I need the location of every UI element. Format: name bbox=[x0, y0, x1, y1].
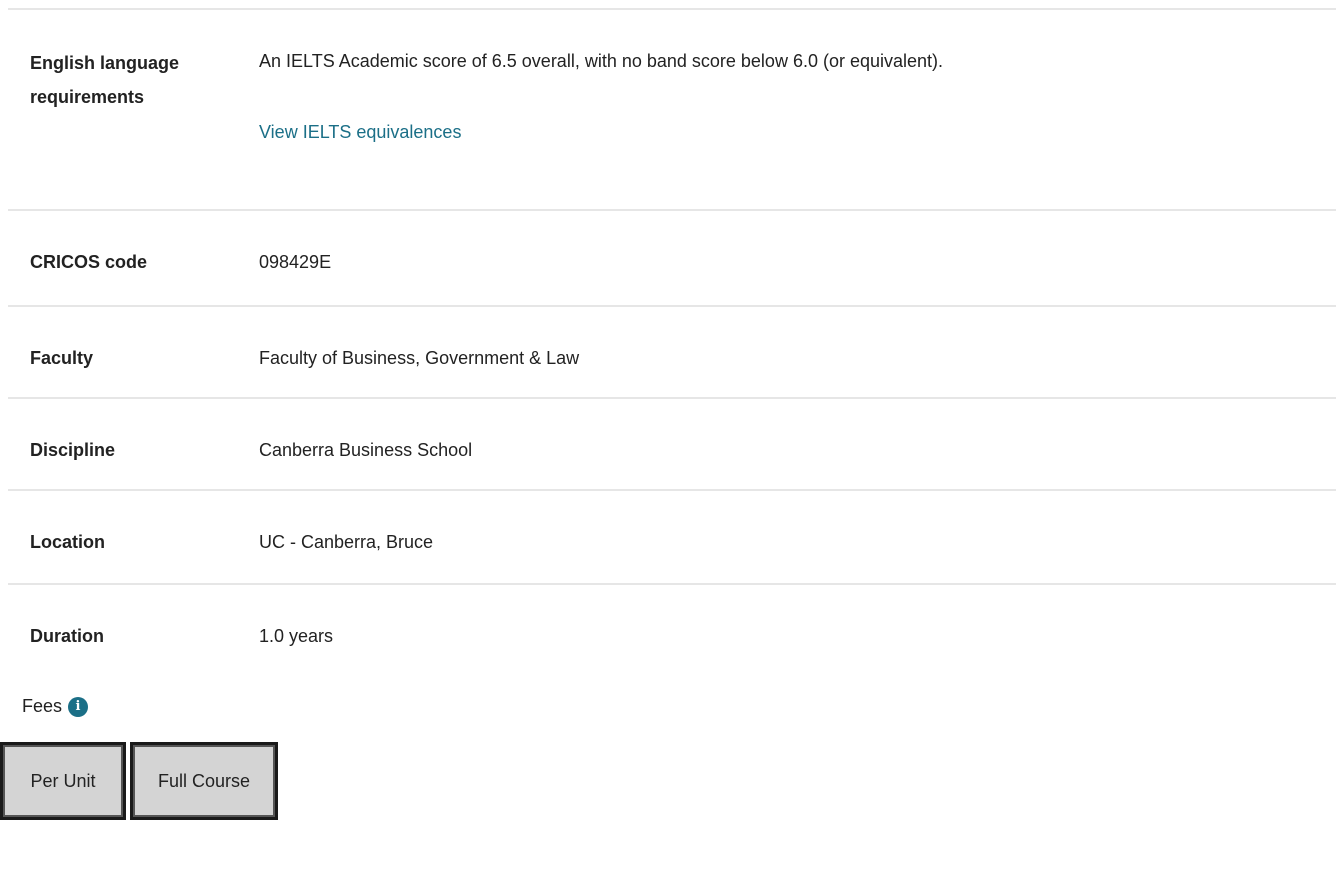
cricos-value: 098429E bbox=[259, 252, 332, 272]
fees-title: Fees bbox=[22, 696, 63, 716]
english-requirements-row: English language requirements An IELTS A… bbox=[8, 8, 1336, 210]
per-unit-button[interactable]: Per Unit bbox=[0, 742, 126, 820]
discipline-value: Canberra Business School bbox=[259, 440, 473, 460]
fees-heading: Fees i bbox=[22, 696, 89, 717]
ielts-equivalences-link[interactable]: View IELTS equivalences bbox=[259, 122, 461, 143]
english-requirements-value: An IELTS Academic score of 6.5 overall, … bbox=[259, 51, 944, 71]
duration-row: Duration 1.0 years bbox=[8, 583, 1336, 646]
duration-value: 1.0 years bbox=[259, 626, 334, 646]
fees-tabs: Per Unit Full Course bbox=[0, 742, 278, 820]
faculty-label: Faculty bbox=[30, 348, 94, 368]
duration-label: Duration bbox=[30, 626, 104, 646]
english-requirements-label: English language requirements bbox=[30, 46, 230, 114]
location-value: UC - Canberra, Bruce bbox=[259, 532, 434, 552]
discipline-label: Discipline bbox=[30, 440, 116, 460]
location-row: Location UC - Canberra, Bruce bbox=[8, 489, 1336, 552]
info-icon[interactable]: i bbox=[68, 696, 89, 717]
english-label-line2: requirements bbox=[30, 87, 145, 107]
cricos-row: CRICOS code 098429E bbox=[8, 209, 1336, 272]
full-course-button[interactable]: Full Course bbox=[130, 742, 278, 820]
english-label-line1: English language bbox=[30, 53, 180, 73]
faculty-row: Faculty Faculty of Business, Government … bbox=[8, 305, 1336, 368]
cricos-label: CRICOS code bbox=[30, 252, 148, 272]
location-label: Location bbox=[30, 532, 105, 552]
discipline-row: Discipline Canberra Business School bbox=[8, 397, 1336, 460]
faculty-value: Faculty of Business, Government & Law bbox=[259, 348, 580, 368]
